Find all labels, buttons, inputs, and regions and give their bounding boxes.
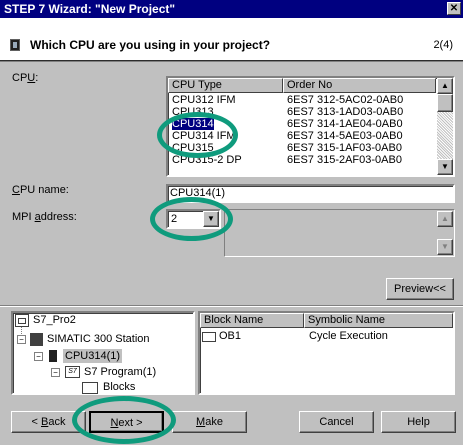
cpu-row[interactable]: CPU314 IFM 6ES7 314-5AE03-0AB0 bbox=[168, 130, 432, 142]
order-no-cell: 6ES7 315-1AF03-0AB0 bbox=[287, 142, 402, 154]
cpu-list-scrollbar[interactable]: ▲ ▼ bbox=[437, 78, 453, 175]
program-icon: S7 bbox=[65, 366, 80, 378]
cpu-row[interactable]: CPU315 6ES7 315-1AF03-0AB0 bbox=[168, 142, 432, 154]
block-icon bbox=[202, 332, 216, 342]
mpi-address-value: 2 bbox=[171, 213, 178, 225]
make-button[interactable]: Make bbox=[172, 411, 247, 433]
wizard-question: Which CPU are you using in your project? bbox=[30, 38, 271, 52]
cpu-type-cell: CPU314 IFM bbox=[172, 130, 236, 142]
cpu-type-cell: CPU315 bbox=[172, 142, 214, 154]
cpu-row[interactable]: CPU314 6ES7 314-1AE04-0AB0 bbox=[168, 117, 432, 131]
help-button[interactable]: Help bbox=[381, 411, 456, 433]
cpu-row[interactable]: CPU315-2 DP 6ES7 315-2AF03-0AB0 bbox=[168, 154, 432, 166]
block-symbolic-name: Cycle Execution bbox=[309, 330, 388, 342]
preview-button[interactable]: Preview<< bbox=[386, 278, 454, 300]
collapse-cpu-icon[interactable]: − bbox=[34, 352, 43, 361]
scroll-up-button[interactable]: ▲ bbox=[437, 78, 453, 94]
info-scroll-down: ▼ bbox=[437, 239, 453, 255]
collapse-program-icon[interactable]: − bbox=[51, 368, 60, 377]
project-tree[interactable]: S7_Pro2 − SIMATIC 300 Station − CPU314(1… bbox=[11, 311, 195, 395]
tree-node-program[interactable]: S7 Program(1) bbox=[84, 365, 156, 379]
order-no-cell: 6ES7 315-2AF03-0AB0 bbox=[287, 154, 402, 166]
order-no-cell: 6ES7 314-1AE04-0AB0 bbox=[287, 118, 403, 130]
cpu-list[interactable]: CPU Type Order No CPU312 IFM 6ES7 312-5AC… bbox=[166, 76, 455, 177]
mpi-address-label: MPI address: bbox=[12, 211, 77, 223]
cpu-label: CPU: bbox=[12, 72, 39, 84]
blocks-list[interactable]: Block Name Symbolic Name OB1 Cycle Execu… bbox=[198, 311, 455, 395]
cpu-type-cell: CPU315-2 DP bbox=[172, 154, 242, 166]
cpu-type-cell: CPU314 bbox=[171, 117, 215, 131]
wizard-header: Which CPU are you using in your project?… bbox=[0, 18, 463, 62]
step-indicator: 2(4) bbox=[433, 39, 453, 51]
title-bar: STEP 7 Wizard: "New Project" ✕ bbox=[0, 0, 463, 18]
cpu-type-cell: CPU313 bbox=[172, 106, 214, 118]
cpu-name-label: CPU name: bbox=[12, 184, 69, 196]
tree-node-blocks[interactable]: Blocks bbox=[103, 380, 135, 394]
order-no-cell: 6ES7 312-5AC02-0AB0 bbox=[287, 94, 404, 106]
info-panel: ▲ ▼ bbox=[224, 209, 455, 257]
cpu-row[interactable]: CPU312 IFM 6ES7 312-5AC02-0AB0 bbox=[168, 94, 432, 106]
order-no-cell: 6ES7 313-1AD03-0AB0 bbox=[287, 106, 404, 118]
cpu-type-cell: CPU312 IFM bbox=[172, 94, 236, 106]
info-scroll-up: ▲ bbox=[437, 211, 453, 227]
column-header-order-no[interactable]: Order No bbox=[283, 78, 436, 93]
close-button[interactable]: ✕ bbox=[447, 2, 461, 15]
block-name[interactable]: OB1 bbox=[219, 330, 241, 342]
cancel-button[interactable]: Cancel bbox=[299, 411, 374, 433]
blocks-folder-icon bbox=[82, 382, 98, 394]
cpu-row[interactable]: CPU313 6ES7 313-1AD03-0AB0 bbox=[168, 106, 432, 118]
scroll-thumb[interactable] bbox=[437, 94, 453, 112]
separator bbox=[0, 305, 463, 307]
cpu-node-icon bbox=[49, 350, 57, 362]
column-header-symbolic-name[interactable]: Symbolic Name bbox=[304, 313, 453, 328]
column-header-block-name[interactable]: Block Name bbox=[200, 313, 304, 328]
order-no-cell: 6ES7 314-5AE03-0AB0 bbox=[287, 130, 403, 142]
mpi-address-select[interactable]: 2 ▼ bbox=[166, 209, 221, 229]
tree-node-project[interactable]: S7_Pro2 bbox=[33, 313, 76, 327]
scroll-down-button[interactable]: ▼ bbox=[437, 159, 453, 175]
window-title: STEP 7 Wizard: "New Project" bbox=[4, 2, 176, 16]
tree-node-station[interactable]: SIMATIC 300 Station bbox=[47, 332, 150, 346]
project-icon bbox=[15, 314, 29, 327]
tree-node-cpu[interactable]: CPU314(1) bbox=[63, 349, 123, 363]
mpi-dropdown-button[interactable]: ▼ bbox=[203, 211, 219, 227]
station-icon bbox=[30, 333, 43, 346]
collapse-station-icon[interactable]: − bbox=[17, 335, 26, 344]
next-button[interactable]: Next > bbox=[89, 411, 164, 433]
cpu-name-field[interactable]: CPU314(1) bbox=[166, 184, 455, 203]
back-button[interactable]: < Back bbox=[11, 411, 86, 433]
column-header-cpu-type[interactable]: CPU Type bbox=[168, 78, 283, 93]
cpu-icon bbox=[10, 39, 20, 51]
